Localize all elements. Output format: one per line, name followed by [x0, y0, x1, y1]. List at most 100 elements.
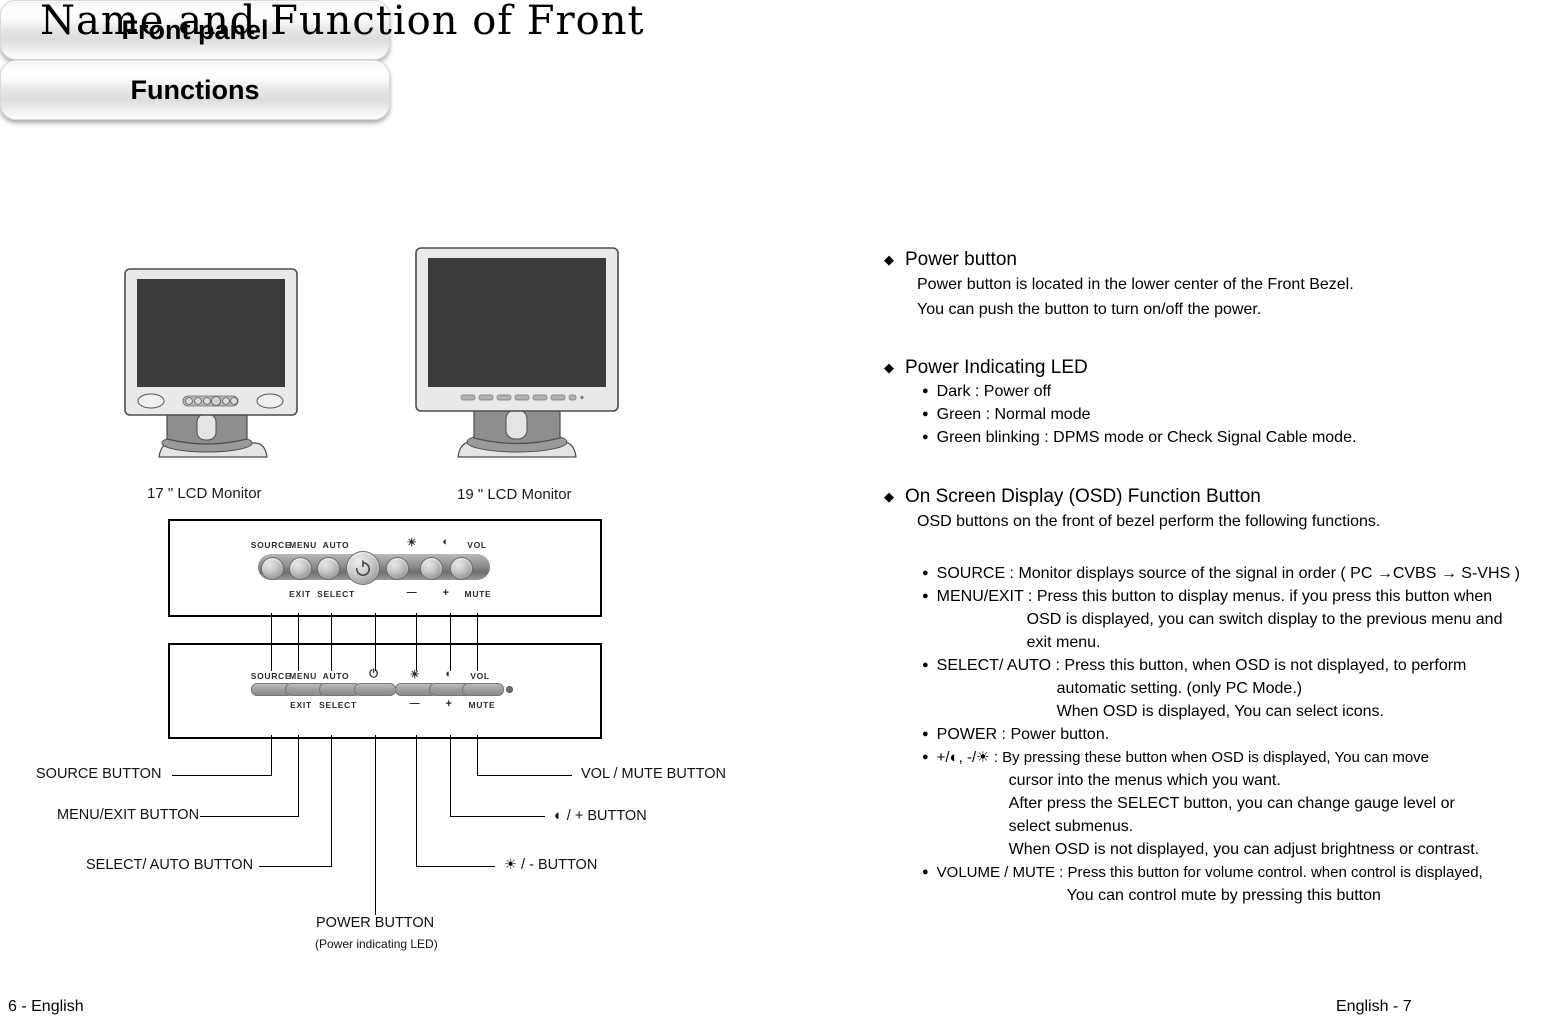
function-heading-row: ◆ Power Indicating LED — [884, 356, 1544, 380]
panel1-vol-mute-button[interactable] — [450, 557, 473, 580]
function-heading-row: ◆ On Screen Display (OSD) Function Butto… — [884, 485, 1544, 509]
function-bullet-text: MENU/EXIT : Press this button to display… — [936, 588, 1493, 605]
panel1-menu-button[interactable] — [289, 557, 312, 580]
function-bullet-cont: You can control mute by pressing this bu… — [1066, 887, 1381, 904]
leader-line-select — [331, 735, 333, 866]
leader-line-power — [375, 735, 377, 915]
function-section-power-button: ◆ Power button Power button is located i… — [884, 248, 1544, 322]
function-bullet-cont: exit menu. — [1026, 634, 1101, 651]
function-bullet-text: VOLUME / MUTE : Press this button for vo… — [936, 864, 1483, 881]
panel1-brightness-button[interactable] — [386, 557, 409, 580]
panel2-label-exit: EXIT — [290, 700, 312, 710]
callout-power-button: POWER BUTTON — [316, 915, 435, 931]
function-bullet-row: ● VOLUME / MUTE : Press this button for … — [922, 861, 1544, 907]
function-bullet-row: ● MENU/EXIT : Press this button to displ… — [922, 585, 1544, 654]
monitor-17-label: 17 " LCD Monitor — [147, 485, 262, 502]
leader-line-p2-6 — [450, 643, 452, 671]
panel2-label-minus: — — [409, 698, 421, 709]
callout-menu-exit-button: MENU/EXIT BUTTON — [57, 807, 200, 823]
leader-line-v5 — [416, 613, 418, 643]
round-bullet-icon: ● — [922, 408, 929, 420]
leader-line-h-menu — [200, 816, 299, 818]
panel1-power-button[interactable] — [346, 551, 380, 585]
footer-page-left: 6 - English — [8, 998, 84, 1015]
panel1-label-minus: — — [406, 587, 418, 598]
callout-brightness-minus-button: ☀ / - BUTTON — [504, 857, 598, 873]
callout-vol-mute-button: VOL / MUTE BUTTON — [581, 766, 727, 782]
callout-source-button: SOURCE BUTTON — [36, 766, 162, 782]
function-bullet-cont: select submenus. — [1008, 818, 1134, 835]
round-bullet-icon: ● — [922, 431, 929, 443]
panel1-auto-button[interactable] — [317, 557, 340, 580]
leader-line-menu — [298, 735, 300, 816]
leader-line-h-select — [259, 866, 332, 868]
leader-line-h-source — [172, 775, 272, 777]
leader-line-h-minus — [416, 866, 495, 868]
section-header-functions: Functions — [0, 60, 390, 120]
panel2-label-plus: + — [445, 698, 453, 710]
panel2-label-auto: AUTO — [322, 671, 350, 681]
leader-line-p2-2 — [298, 643, 300, 671]
leader-line-v3 — [331, 613, 333, 643]
function-bullet-text: SELECT/ AUTO : Press this button, when O… — [936, 657, 1467, 674]
function-bullet-cont: After press the SELECT button, you can c… — [1008, 795, 1455, 812]
function-bullet-text: POWER : Power button. — [936, 726, 1110, 743]
callout-power-led-sub: (Power indicating LED) — [315, 937, 438, 951]
monitor-19-illustration — [414, 245, 620, 471]
function-body-line: You can push the button to turn on/off t… — [917, 301, 1262, 318]
panel1-contrast-button[interactable] — [420, 557, 443, 580]
panel2-vol-mute-button[interactable] — [462, 683, 504, 696]
round-bullet-icon: ● — [922, 866, 929, 878]
monitor-17-illustration — [123, 265, 303, 470]
panel2-label-brightness-icon: ☀ — [409, 669, 421, 681]
panel1-label-exit: EXIT — [289, 589, 311, 599]
function-bullet-row: ● SELECT/ AUTO : Press this button, when… — [922, 654, 1544, 723]
monitor-19-label: 19 " LCD Monitor — [457, 486, 572, 503]
round-bullet-icon: ● — [922, 385, 929, 397]
power-indicating-led-dot — [506, 686, 513, 693]
callout-select-auto-button: SELECT/ AUTO BUTTON — [86, 857, 254, 873]
footer-page-right: English - 7 — [1336, 998, 1412, 1015]
panel2-label-mute: MUTE — [468, 700, 496, 710]
function-bullet-row: ● SOURCE : Monitor displays source of th… — [922, 562, 1544, 585]
leader-line-v1 — [271, 613, 273, 643]
round-bullet-icon: ● — [922, 659, 929, 671]
monitor-19-svg — [415, 247, 619, 458]
diamond-bullet-icon: ◆ — [884, 360, 894, 375]
functions-content: ◆ Power button Power button is located i… — [884, 248, 1544, 907]
leader-line-minus — [416, 735, 418, 866]
diamond-bullet-icon: ◆ — [884, 252, 894, 267]
page-title: Name and Function of Front — [40, 0, 645, 44]
panel1-label-select: SELECT — [317, 589, 355, 599]
leader-line-v6 — [450, 613, 452, 643]
round-bullet-icon: ● — [922, 567, 929, 579]
panel2-label-vol: VOL — [470, 671, 490, 681]
round-bullet-icon: ● — [922, 590, 929, 602]
monitor-17-svg — [124, 268, 298, 458]
function-section-power-led: ◆ Power Indicating LED ● Dark : Power of… — [884, 356, 1544, 449]
leader-line-p2-3 — [331, 643, 333, 671]
leader-line-volmute — [477, 735, 479, 775]
panel2-label-select: SELECT — [319, 700, 357, 710]
panel1-source-button[interactable] — [261, 557, 284, 580]
leader-line-v7 — [477, 613, 479, 643]
function-bullet-cont: OSD is displayed, you can switch display… — [1026, 611, 1503, 628]
panel1-label-contrast-icon: ◐ — [442, 536, 450, 548]
panel2-power-button[interactable] — [354, 683, 396, 696]
function-bullet-cont: cursor into the menus which you want. — [1008, 772, 1281, 789]
round-bullet-icon: ● — [922, 751, 929, 763]
function-body-line: Power button is located in the lower cen… — [917, 276, 1354, 293]
panel1-label-auto: AUTO — [322, 540, 350, 550]
leader-line-plus — [450, 735, 452, 816]
panel1-label-brightness-icon: ☀ — [406, 537, 418, 549]
function-heading: On Screen Display (OSD) Function Button — [905, 486, 1261, 507]
leader-line-v4 — [375, 613, 377, 643]
function-heading-row: ◆ Power button — [884, 248, 1544, 272]
function-section-osd: ◆ On Screen Display (OSD) Function Butto… — [884, 485, 1544, 907]
leader-line-v2 — [298, 613, 300, 643]
leader-line-h-volmute — [477, 775, 572, 777]
function-bullet-row: ● Green blinking : DPMS mode or Check Si… — [922, 426, 1544, 449]
panel2-label-power-icon: ⏻ — [369, 668, 379, 680]
leader-line-p2-7 — [477, 643, 479, 671]
function-heading: Power Indicating LED — [905, 357, 1088, 378]
